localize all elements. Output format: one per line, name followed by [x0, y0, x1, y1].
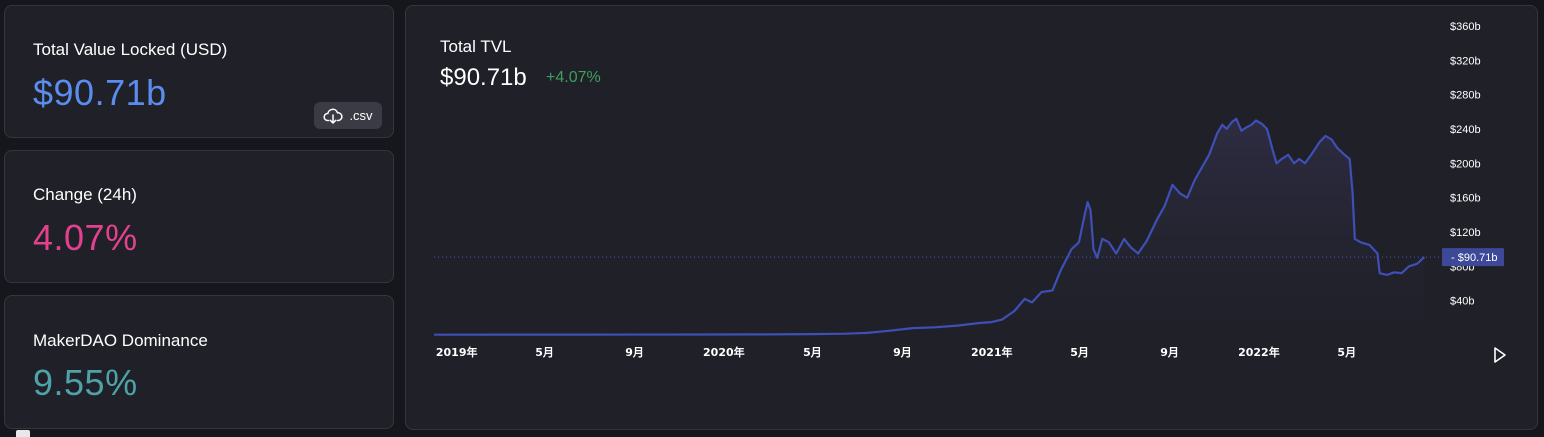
- cloud-download-icon: [323, 108, 344, 124]
- x-tick-label: 9月: [1160, 346, 1179, 359]
- tvl-area: [434, 118, 1425, 335]
- chart-change: +4.07%: [546, 69, 601, 86]
- x-tick-label: 5月: [535, 346, 554, 359]
- tvl-label: Total Value Locked (USD): [33, 40, 228, 59]
- dominance-card: MakerDAO Dominance 9.55%: [4, 295, 394, 429]
- y-tick-label: $200b: [1450, 158, 1481, 170]
- y-tick-label: $120b: [1450, 227, 1481, 239]
- x-tick-label: 5月: [803, 346, 822, 359]
- change-card: Change (24h) 4.07%: [4, 150, 394, 283]
- play-icon[interactable]: [1492, 346, 1508, 364]
- csv-label: .csv: [349, 108, 373, 123]
- x-tick-label: 2019年: [436, 345, 478, 359]
- x-tick-label: 9月: [893, 346, 912, 359]
- dominance-label: MakerDAO Dominance: [33, 331, 208, 350]
- y-tick-label: $160b: [1450, 193, 1481, 205]
- y-tick-label: $320b: [1450, 55, 1481, 67]
- tvl-value: $90.71b: [33, 72, 167, 113]
- tvl-chart-card: $40b $80b $120b $160b $200b $240b $280b $320b $3…: [405, 5, 1538, 430]
- current-value-label: - $90.71b: [1451, 252, 1497, 264]
- x-tick-label: 5月: [1070, 346, 1089, 359]
- x-tick-label: 2021年: [971, 345, 1013, 359]
- download-csv-button[interactable]: .csv: [314, 102, 382, 129]
- y-tick-label: $360b: [1450, 21, 1481, 33]
- y-tick-label: $240b: [1450, 124, 1481, 136]
- y-tick-label: $280b: [1450, 90, 1481, 102]
- chart-value: $90.71b: [440, 64, 527, 91]
- y-tick-label: $40b: [1450, 296, 1474, 308]
- change-label: Change (24h): [33, 185, 137, 204]
- x-tick-label: 5月: [1337, 346, 1356, 359]
- scroll-indicator: [16, 430, 30, 437]
- x-tick-label: 9月: [625, 346, 644, 359]
- tvl-card: Total Value Locked (USD) $90.71b .csv: [4, 5, 394, 138]
- x-tick-label: 2020年: [703, 345, 745, 359]
- dominance-value: 9.55%: [33, 362, 138, 403]
- x-tick-label: 2022年: [1238, 345, 1280, 359]
- chart-title: Total TVL: [440, 37, 512, 56]
- change-value: 4.07%: [33, 217, 138, 258]
